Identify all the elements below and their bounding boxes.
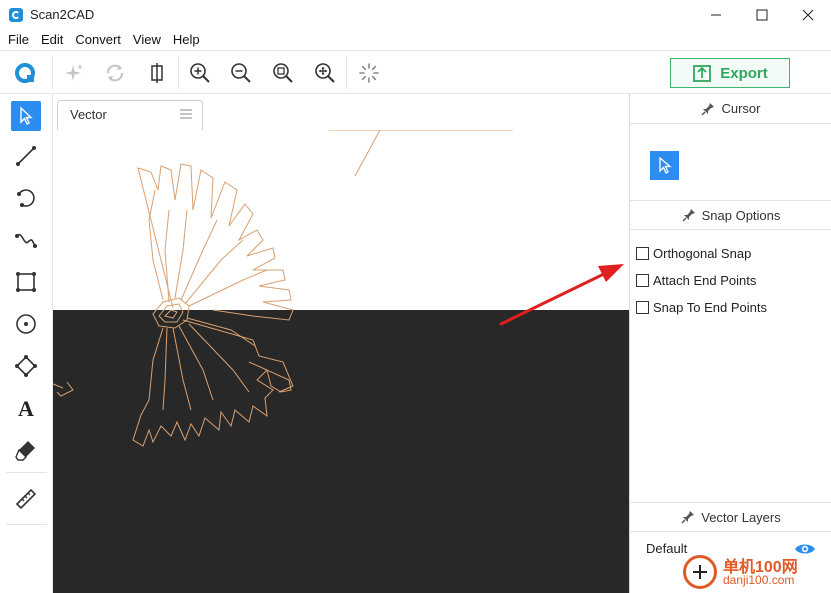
pin-icon (701, 102, 715, 115)
polygon-tool-button[interactable] (11, 351, 41, 381)
curve-icon (15, 233, 37, 248)
circle-tool-button[interactable] (11, 309, 41, 339)
zoom-all-icon (315, 63, 335, 83)
watermark-logo-icon (683, 555, 717, 589)
auto-convert-button[interactable] (59, 59, 87, 87)
attach-end-points-checkbox[interactable] (636, 274, 649, 287)
snap-to-end-points-checkbox[interactable] (636, 301, 649, 314)
orthogonal-snap-checkbox[interactable] (636, 247, 649, 260)
export-button[interactable]: Export (670, 58, 790, 88)
zoom-all-button[interactable] (311, 59, 339, 87)
zoom-out-icon (231, 63, 251, 83)
crop-button[interactable] (143, 59, 171, 87)
tab-vector[interactable]: Vector (57, 100, 203, 130)
minimize-button[interactable] (693, 0, 739, 30)
cursor-header[interactable]: Cursor (630, 94, 831, 124)
hamburger-icon[interactable] (180, 109, 192, 119)
vector-layers-header[interactable]: Vector Layers (630, 502, 831, 532)
drawing-canvas[interactable] (53, 130, 629, 593)
toolbar-separator (346, 57, 347, 89)
snap-to-end-points-label: Snap To End Points (653, 300, 767, 315)
menu-edit[interactable]: Edit (37, 30, 67, 50)
eraser-icon (15, 441, 35, 461)
logo-icon (15, 63, 35, 83)
arc-tool-button[interactable] (11, 183, 41, 213)
ruler-icon (15, 488, 37, 510)
text-tool-button[interactable]: A (11, 393, 41, 423)
cursor-tool-button[interactable] (650, 151, 679, 180)
tools-panel: A (0, 94, 53, 593)
curve-tool-button[interactable] (11, 225, 41, 255)
measure-tool-button[interactable] (11, 484, 41, 514)
watermark: 单机100网 danji100.com (683, 551, 831, 593)
tools-separator (6, 524, 47, 525)
spinner-icon (359, 63, 379, 83)
refresh-icon (107, 64, 123, 82)
eraser-tool-button[interactable] (11, 435, 41, 465)
toolbar-separator (178, 57, 179, 89)
window-title: Scan2CAD (30, 7, 95, 22)
vector-drawing (53, 130, 513, 447)
menu-view[interactable]: View (129, 30, 165, 50)
arc-icon (17, 189, 35, 207)
minimize-icon (711, 14, 721, 16)
app-logo-icon (9, 8, 23, 22)
cursor-header-label: Cursor (721, 101, 761, 116)
attach-end-points-label: Attach End Points (653, 273, 757, 288)
toolbar-separator (52, 57, 53, 89)
toolbar: Export (0, 50, 831, 94)
watermark-url: danji100.com (723, 573, 795, 587)
vector-layers-header-label: Vector Layers (701, 509, 781, 525)
tools-separator (6, 472, 47, 473)
pin-icon (682, 209, 695, 222)
refresh-button[interactable] (101, 59, 129, 87)
properties-panel: Cursor Snap Options Orthogonal Snap Atta… (629, 94, 831, 593)
circle-icon (16, 314, 36, 334)
menu-convert[interactable]: Convert (71, 30, 125, 50)
zoom-fit-icon (273, 63, 293, 83)
snap-options-header[interactable]: Snap Options (630, 200, 831, 230)
pin-icon (681, 511, 695, 524)
orthogonal-snap-label: Orthogonal Snap (653, 246, 752, 261)
tab-label: Vector (70, 107, 107, 122)
close-icon (802, 9, 814, 21)
export-label: Export (720, 64, 768, 82)
line-icon (16, 146, 36, 166)
polygon-icon (15, 355, 37, 377)
export-icon (693, 65, 712, 82)
document-tabs: Vector (53, 94, 629, 130)
select-tool-button[interactable] (11, 101, 41, 131)
menu-bar: File Edit Convert View Help (0, 30, 831, 50)
zoom-fit-button[interactable] (269, 59, 297, 87)
orthogonal-snap-option[interactable]: Orthogonal Snap (636, 246, 751, 261)
zoom-out-button[interactable] (227, 59, 255, 87)
snap-options-header-label: Snap Options (701, 207, 781, 223)
menu-file[interactable]: File (4, 30, 33, 50)
zoom-in-icon (190, 63, 210, 83)
menu-help[interactable]: Help (169, 30, 204, 50)
maximize-icon (756, 9, 768, 21)
select-icon (20, 106, 33, 125)
rectangle-icon (16, 272, 36, 292)
logo-button[interactable] (11, 59, 39, 87)
close-button[interactable] (785, 0, 831, 30)
line-tool-button[interactable] (11, 141, 41, 171)
process-button[interactable] (355, 59, 383, 87)
rectangle-tool-button[interactable] (11, 267, 41, 297)
svg-text:A: A (18, 396, 34, 420)
maximize-button[interactable] (739, 0, 785, 30)
crop-icon (151, 63, 163, 83)
attach-end-points-option[interactable]: Attach End Points (636, 273, 756, 288)
magic-icon (65, 64, 83, 81)
text-icon: A (18, 396, 34, 420)
cursor-icon (658, 156, 672, 174)
zoom-in-button[interactable] (186, 59, 214, 87)
title-bar: Scan2CAD (0, 0, 831, 30)
plus-icon (693, 565, 707, 579)
layer-name: Default (646, 541, 688, 556)
snap-to-end-points-option[interactable]: Snap To End Points (636, 300, 767, 315)
